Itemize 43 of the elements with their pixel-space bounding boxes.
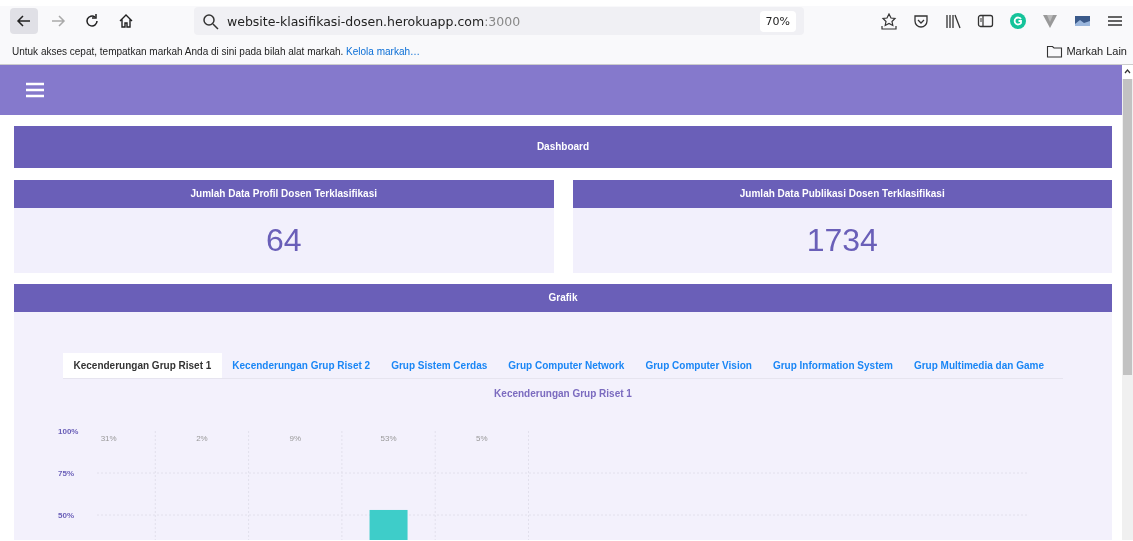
menu-icon[interactable] <box>26 82 44 98</box>
manage-bookmarks-link[interactable]: Kelola markah… <box>346 45 420 57</box>
zoom-badge[interactable]: 70% <box>759 10 796 32</box>
tab[interactable]: Kecenderungan Grup Riset 2 <box>221 353 381 378</box>
photo-icon[interactable] <box>1074 13 1091 29</box>
menu-icon[interactable] <box>1107 13 1123 29</box>
address-bar[interactable]: website-klasifikasi-dosen.herokuapp.com:3000 70% <box>194 7 804 35</box>
card-header: Jumlah Data Publikasi Dosen Terklasifikasi <box>572 180 1112 208</box>
home-icon[interactable] <box>117 12 135 30</box>
pocket-icon[interactable] <box>913 13 929 29</box>
folder-icon <box>1046 43 1064 59</box>
card-header: Jumlah Data Profil Dosen Terklasifikasi <box>14 180 554 208</box>
dashboard-header: Dashboard <box>14 126 1112 168</box>
bookmarks-hint: Untuk akses cepat, tempatkan markah Anda di sini pada bilah alat markah. <box>12 45 345 57</box>
url-text: website-klasifikasi-dosen.herokuapp.com:3000 <box>227 13 521 29</box>
tab[interactable]: Grup Information System <box>762 353 904 378</box>
data-label: 31% <box>100 434 117 443</box>
v-icon[interactable] <box>1042 13 1058 29</box>
stat-value: 64 <box>265 222 302 259</box>
axis-tick-label: 100% <box>58 427 79 436</box>
axis-tick-label: 75% <box>58 469 74 478</box>
library-icon[interactable] <box>945 13 961 29</box>
data-label: 53% <box>380 434 397 443</box>
chart-title: Kecenderungan Grup Riset 1 <box>493 388 633 399</box>
star-tray-icon[interactable] <box>881 12 897 30</box>
bookmark-folder[interactable]: Markah Lain <box>1046 43 1127 59</box>
stat-value: 1734 <box>806 222 878 259</box>
tab[interactable]: Kecenderungan Grup Riset 1 <box>63 353 222 378</box>
reload-icon[interactable] <box>83 12 101 30</box>
tab[interactable]: Grup Computer Vision <box>634 353 763 378</box>
scrollbar[interactable] <box>1122 65 1133 540</box>
axis-tick-label: 50% <box>58 511 74 520</box>
data-label: 2% <box>196 434 208 443</box>
search-icon <box>202 12 219 30</box>
tab[interactable]: Grup Multimedia dan Game <box>903 353 1055 378</box>
bar <box>369 509 408 540</box>
tab[interactable]: Grup Sistem Cerdas <box>380 353 498 378</box>
sidebar-icon[interactable] <box>977 13 994 29</box>
tab[interactable]: Grup Computer Network <box>497 353 635 378</box>
data-label: 5% <box>476 434 488 443</box>
chart-section-header: Grafik <box>14 284 1112 312</box>
data-label: 9% <box>289 434 302 443</box>
scroll-up-icon[interactable] <box>1122 65 1133 79</box>
